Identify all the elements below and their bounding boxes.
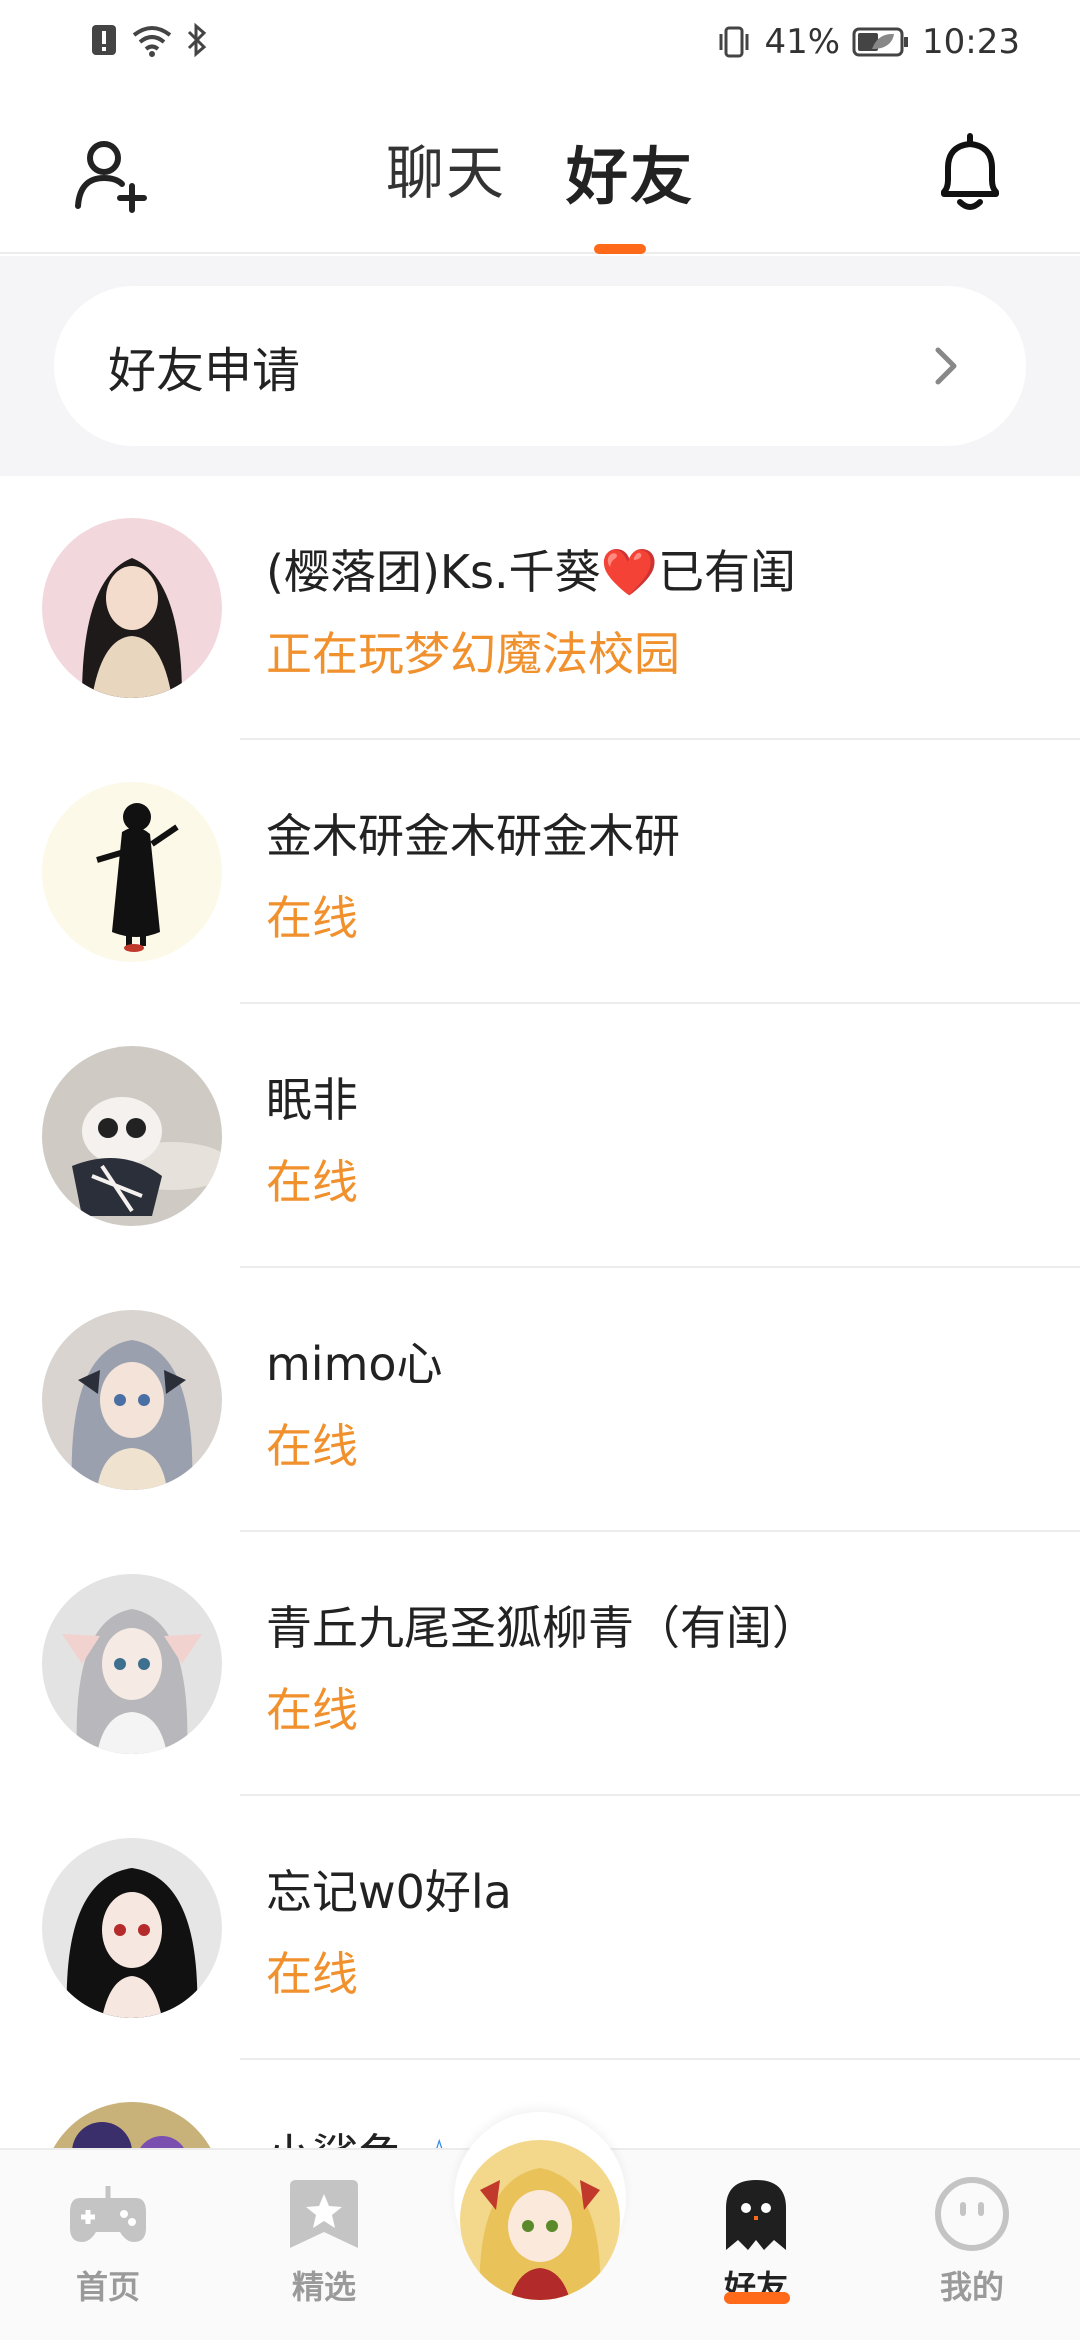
heart-emoji: ❤️ — [600, 545, 658, 599]
avatar — [42, 1574, 222, 1754]
friend-name: 眠非 — [266, 1073, 358, 1127]
friend-status: 在线 — [266, 1947, 358, 2001]
friend-status: 在线 — [266, 1155, 358, 1209]
nav-home[interactable]: 首页 — [28, 2172, 188, 2308]
friend-row[interactable]: (樱落团)Ks.千葵❤️已有闺 正在玩梦幻魔法校园 — [0, 476, 1080, 740]
alert-icon — [92, 25, 116, 55]
bluetooth-icon — [187, 22, 207, 58]
friend-row[interactable]: 眠非 在线 — [0, 1004, 1080, 1268]
face-icon — [935, 2177, 1009, 2251]
friend-name: 忘记w0好la — [266, 1865, 512, 1919]
battery-icon — [852, 27, 909, 57]
nav-active-indicator — [724, 2292, 790, 2304]
nav-featured[interactable]: 精选 — [244, 2172, 404, 2308]
chevron-right-icon — [935, 347, 957, 385]
avatar — [42, 782, 222, 962]
wifi-icon — [132, 26, 172, 57]
friend-list: (樱落团)Ks.千葵❤️已有闺 正在玩梦幻魔法校园 金木研金木研金木研 在线 眠… — [0, 476, 1080, 2324]
friend-status: 在线 — [266, 1419, 358, 1473]
vibrate-icon — [719, 26, 749, 58]
nav-mine[interactable]: 我的 — [892, 2172, 1052, 2308]
friend-row[interactable]: 忘记w0好la 在线 — [0, 1796, 1080, 2060]
gamepad-icon — [70, 2186, 146, 2242]
ghost-icon — [726, 2180, 786, 2250]
clock: 10:23 — [922, 22, 1020, 62]
friend-name: 金木研金木研金木研 — [266, 809, 680, 863]
nav-home-label: 首页 — [75, 2268, 140, 2306]
friend-request-section: 好友申请 — [0, 256, 1080, 476]
friend-name-text: (樱落团)Ks.千葵 — [266, 545, 601, 599]
friend-status: 在线 — [266, 1683, 358, 1737]
friend-name-suffix: 已有闺 — [657, 545, 796, 599]
center-avatar-button[interactable] — [460, 2140, 620, 2300]
header-tabs: 聊天 好友 — [0, 126, 1080, 216]
friend-request-button[interactable]: 好友申请 — [54, 286, 1026, 446]
friend-status: 正在玩梦幻魔法校园 — [266, 627, 680, 681]
avatar — [42, 1046, 222, 1226]
friend-name: 青丘九尾圣狐柳青（有闺） — [266, 1601, 818, 1655]
active-tab-indicator — [594, 244, 646, 254]
friend-row[interactable]: 青丘九尾圣狐柳青（有闺） 在线 — [0, 1532, 1080, 1796]
nav-mine-label: 我的 — [939, 2268, 1004, 2306]
friend-name: (樱落团)Ks.千葵❤️已有闺 — [266, 536, 796, 602]
avatar — [42, 518, 222, 698]
friend-row[interactable]: 金木研金木研金木研 在线 — [0, 740, 1080, 1004]
nav-featured-label: 精选 — [291, 2268, 356, 2306]
friend-request-label: 好友申请 — [108, 343, 301, 399]
nav-friends[interactable]: 好友 — [676, 2172, 836, 2308]
star-bookmark-icon — [290, 2180, 358, 2248]
friend-status: 在线 — [266, 891, 358, 945]
tab-chat[interactable]: 聊天 — [386, 126, 506, 216]
status-bar: 41% 10:23 — [0, 0, 1080, 84]
status-right: 41% 10:23 — [716, 22, 1020, 62]
tab-friends[interactable]: 好友 — [566, 126, 694, 216]
friend-row[interactable]: mimo心 在线 — [0, 1268, 1080, 1532]
battery-percent: 41% — [764, 22, 841, 62]
avatar — [42, 1838, 222, 2018]
app-root: 41% 10:23 聊天 好友 好友申请 (樱落团)Ks.千葵❤️已有闺 正在玩… — [0, 0, 1080, 2340]
top-header: 聊天 好友 — [0, 84, 1080, 254]
status-left — [90, 22, 208, 58]
friend-name: mimo心 — [266, 1337, 443, 1391]
avatar — [42, 1310, 222, 1490]
bell-icon[interactable] — [930, 132, 1010, 216]
